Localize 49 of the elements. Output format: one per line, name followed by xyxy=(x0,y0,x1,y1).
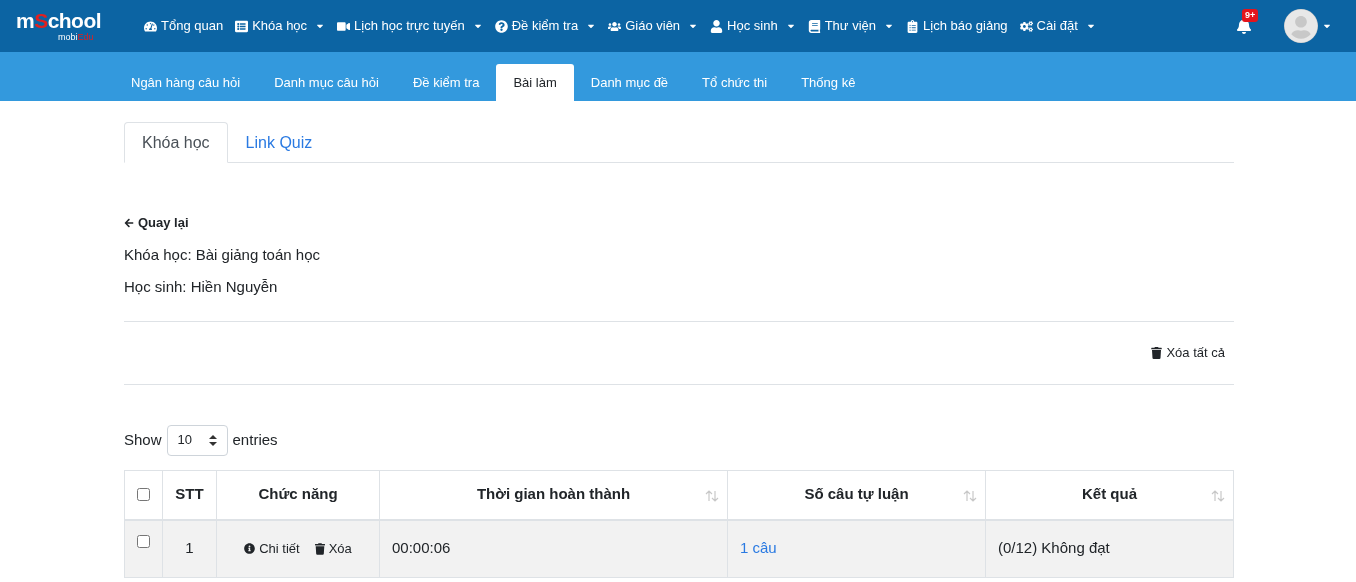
book-icon xyxy=(807,19,821,33)
delete-all-link[interactable]: Xóa tất cả xyxy=(1151,342,1225,363)
nav-link[interactable]: Khóa học xyxy=(229,16,332,36)
user-icon xyxy=(710,19,724,33)
select-arrows-icon xyxy=(208,434,217,446)
nav-link[interactable]: Giáo viên xyxy=(602,16,705,36)
column-header: STT xyxy=(163,470,217,519)
nav-link[interactable]: Đề kiểm tra xyxy=(488,16,603,36)
back-link[interactable]: Quay lại xyxy=(124,213,189,233)
nav-link[interactable]: Lịch báo giảng xyxy=(900,16,1014,36)
tab[interactable]: Link Quiz xyxy=(227,122,331,163)
video-camera-icon xyxy=(337,19,351,33)
column-header[interactable]: Số câu tự luận xyxy=(728,470,986,519)
trash-icon xyxy=(1151,346,1163,359)
logo[interactable]: mSchool mobiEdu xyxy=(16,10,126,42)
table-cell-text: (0/12) Không đạt xyxy=(997,538,1111,559)
users-icon xyxy=(608,19,622,33)
nav-link[interactable]: Học sinh xyxy=(704,16,802,36)
essay-count-link[interactable]: 1 câu xyxy=(740,537,777,560)
detail-link[interactable]: Chi tiết xyxy=(244,538,300,559)
info-text: Khóa học: Bài giảng toán học xyxy=(124,244,321,265)
entries-label: entries xyxy=(232,429,278,450)
nav-link[interactable]: Cài đặt xyxy=(1013,16,1102,36)
nav-link[interactable]: Tổng quan xyxy=(138,16,230,36)
avatar-icon[interactable] xyxy=(1284,9,1318,43)
info-text: Học sinh: Hiền Nguyễn xyxy=(124,276,279,297)
nav-link[interactable]: Thư viện xyxy=(801,16,900,36)
entries-select[interactable]: 10 xyxy=(166,424,228,456)
info-icon xyxy=(244,543,256,554)
nav-link[interactable]: Lịch học trực tuyến xyxy=(331,16,489,36)
question-icon xyxy=(494,19,508,33)
list-icon xyxy=(235,19,249,33)
subnav-tab[interactable]: Bài làm xyxy=(496,64,574,101)
column-header[interactable]: Kết quả xyxy=(986,470,1233,519)
trash-icon xyxy=(314,542,325,555)
table-cell: 1 xyxy=(163,520,217,577)
column-header[interactable]: Thời gian hoàn thành xyxy=(380,470,728,519)
row-checkbox[interactable] xyxy=(137,534,150,548)
gauge-icon xyxy=(144,19,157,33)
show-label: Show xyxy=(124,429,162,450)
arrow-left-icon xyxy=(124,217,134,228)
table-cell: 00:00:06 xyxy=(380,520,728,577)
column-header: Chức năng xyxy=(217,470,380,519)
notification-badge: 9+ xyxy=(1242,9,1259,22)
delete-link[interactable]: Xóa xyxy=(314,538,352,559)
clipboard-icon xyxy=(906,19,919,33)
select-all-checkbox[interactable] xyxy=(137,488,150,501)
tab[interactable]: Khóa học xyxy=(124,122,228,163)
settings-icon xyxy=(1019,19,1033,33)
